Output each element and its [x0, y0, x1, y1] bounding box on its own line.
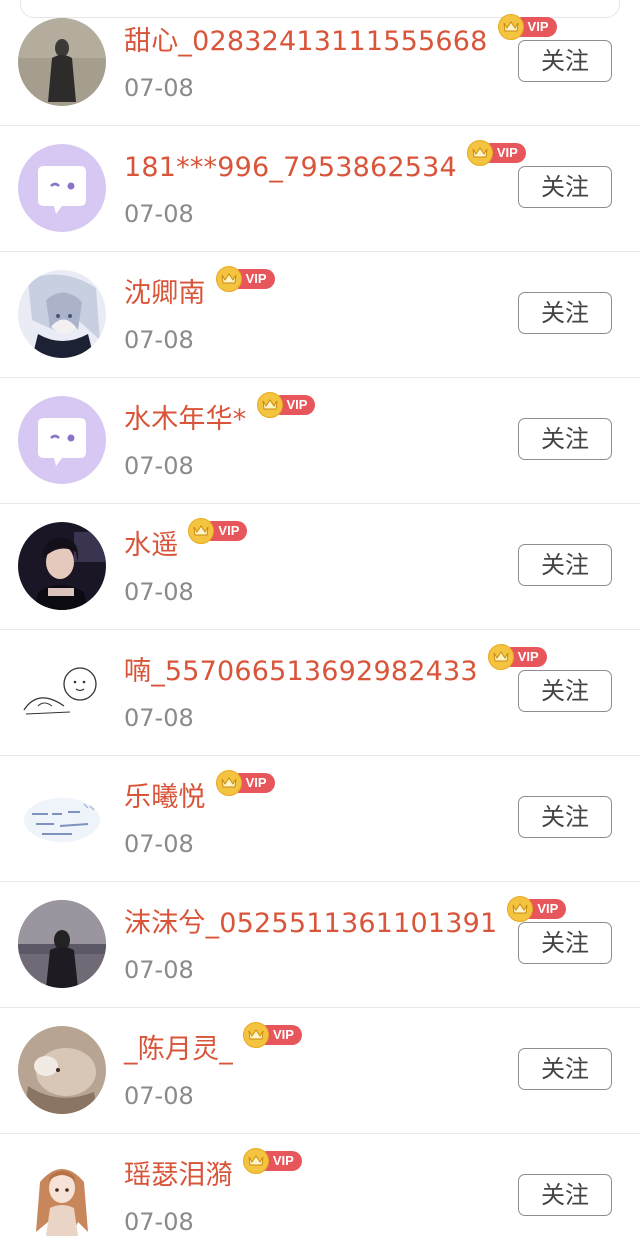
follow-button[interactable]: 关注	[518, 544, 612, 586]
date-text: 07-08	[124, 704, 194, 732]
vip-badge: VIP	[466, 140, 526, 166]
avatar[interactable]	[18, 648, 106, 736]
date-text: 07-08	[124, 200, 194, 228]
vip-badge: VIP	[242, 1148, 302, 1174]
avatar[interactable]	[18, 396, 106, 484]
crown-icon	[215, 770, 242, 796]
list-item[interactable]: 181***996_7953862534 VIP 07-08 关注	[0, 126, 640, 252]
list-item[interactable]: 沈卿南 VIP 07-08 关注	[0, 252, 640, 378]
list-item[interactable]: 喃_557066513692982433 VIP 07-08 关注	[0, 630, 640, 756]
user-name[interactable]: 甜心_02832413111555668	[124, 26, 488, 58]
vip-badge: VIP	[215, 266, 275, 292]
user-name[interactable]: 沈卿南	[124, 278, 206, 310]
follow-button[interactable]: 关注	[518, 418, 612, 460]
user-name[interactable]: 乐曦悦	[124, 782, 206, 814]
avatar[interactable]	[18, 18, 106, 106]
vip-badge: VIP	[188, 518, 248, 544]
crown-icon	[487, 644, 514, 670]
date-text: 07-08	[124, 74, 194, 102]
crown-icon	[497, 14, 524, 40]
list-item[interactable]: 水木年华* VIP 07-08 关注	[0, 378, 640, 504]
vip-badge: VIP	[487, 644, 547, 670]
list-item[interactable]: _陈月灵_ VIP 07-08 关注	[0, 1008, 640, 1134]
follow-button[interactable]: 关注	[518, 1174, 612, 1216]
avatar[interactable]	[18, 900, 106, 988]
vip-badge: VIP	[215, 770, 275, 796]
date-text: 07-08	[124, 578, 194, 606]
avatar[interactable]	[18, 774, 106, 862]
follow-button[interactable]: 关注	[518, 670, 612, 712]
vip-badge: VIP	[507, 896, 567, 922]
date-text: 07-08	[124, 1082, 194, 1110]
avatar[interactable]	[18, 270, 106, 358]
follow-button[interactable]: 关注	[518, 166, 612, 208]
follow-button[interactable]: 关注	[518, 292, 612, 334]
avatar[interactable]	[18, 1026, 106, 1114]
avatar[interactable]	[18, 522, 106, 610]
follow-button[interactable]: 关注	[518, 1048, 612, 1090]
list-item[interactable]: 甜心_02832413111555668 VIP 07-08 关注	[0, 0, 640, 126]
list-item[interactable]: 乐曦悦 VIP 07-08 关注	[0, 756, 640, 882]
date-text: 07-08	[124, 452, 194, 480]
user-name[interactable]: 沫沫兮_0525511361101391	[124, 908, 497, 940]
date-text: 07-08	[124, 326, 194, 354]
crown-icon	[466, 140, 493, 166]
crown-icon	[256, 392, 283, 418]
user-name[interactable]: _陈月灵_	[124, 1034, 233, 1066]
date-text: 07-08	[124, 956, 194, 984]
avatar[interactable]	[18, 1152, 106, 1240]
date-text: 07-08	[124, 1208, 194, 1236]
list-item[interactable]: 水遥 VIP 07-08 关注	[0, 504, 640, 630]
vip-badge: VIP	[497, 14, 557, 40]
user-name[interactable]: 水木年华*	[124, 404, 247, 436]
vip-badge: VIP	[243, 1022, 302, 1048]
crown-icon	[242, 1148, 269, 1174]
user-name[interactable]: 喃_557066513692982433	[124, 656, 478, 688]
list-item[interactable]: 瑶瑟泪漪 VIP 07-08 关注	[0, 1134, 640, 1260]
follow-button[interactable]: 关注	[518, 40, 612, 82]
avatar[interactable]	[18, 144, 106, 232]
user-name[interactable]: 水遥	[124, 530, 178, 562]
follow-button[interactable]: 关注	[518, 796, 612, 838]
user-name[interactable]: 瑶瑟泪漪	[124, 1160, 233, 1192]
crown-icon	[243, 1022, 269, 1048]
follow-button[interactable]: 关注	[518, 922, 612, 964]
list-item[interactable]: 沫沫兮_0525511361101391 VIP 07-08 关注	[0, 882, 640, 1008]
user-name[interactable]: 181***996_7953862534	[124, 152, 457, 184]
vip-badge: VIP	[256, 392, 316, 418]
crown-icon	[215, 266, 242, 292]
date-text: 07-08	[124, 830, 194, 858]
